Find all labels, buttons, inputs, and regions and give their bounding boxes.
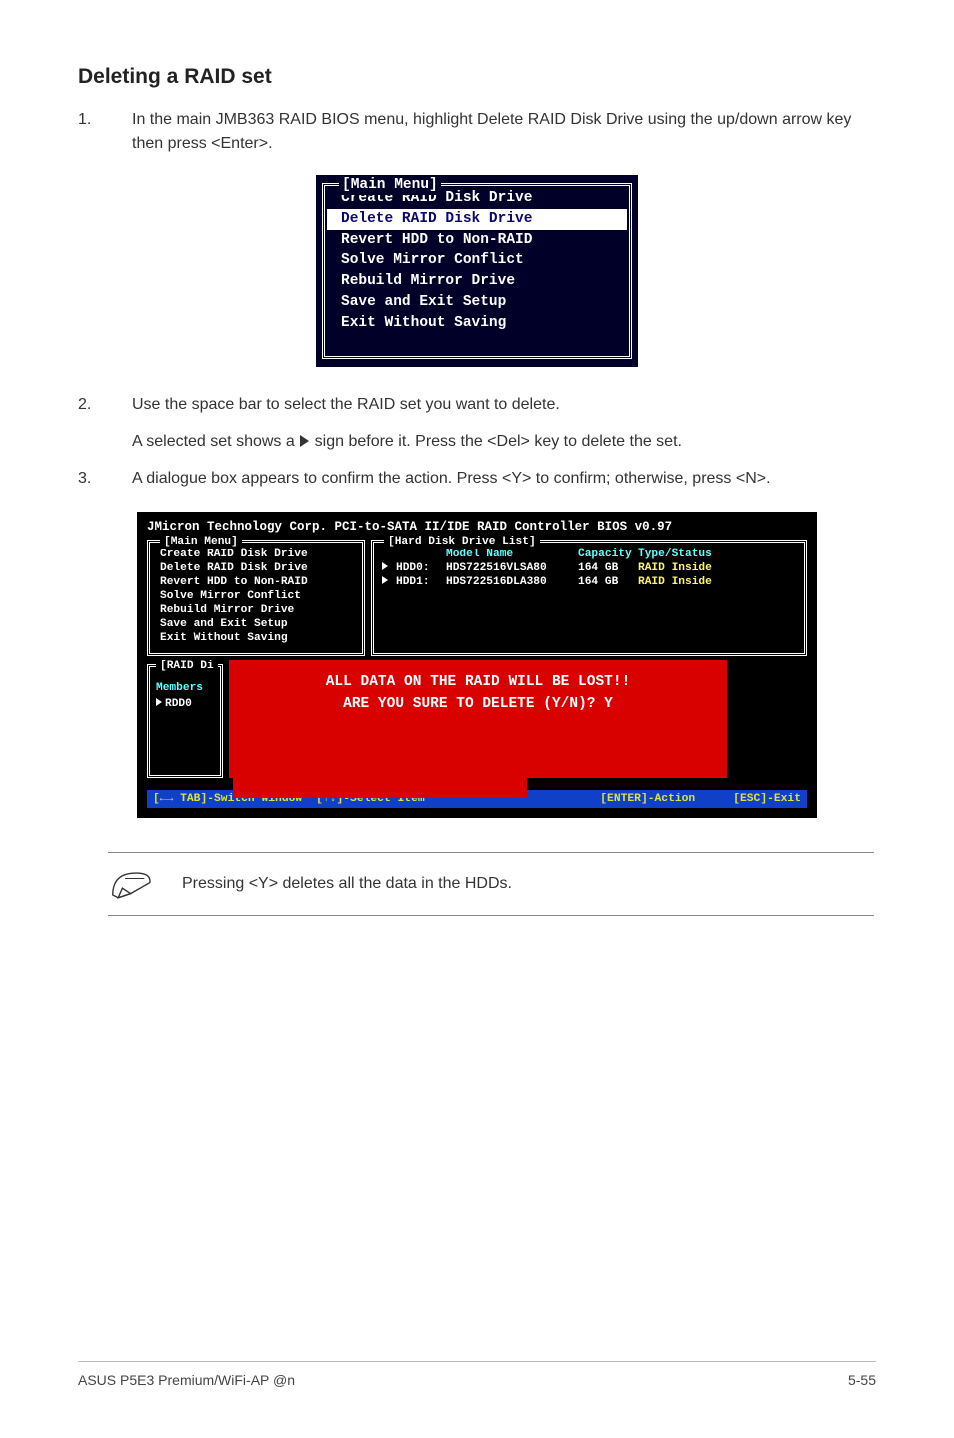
step-3-number: 3. bbox=[78, 467, 108, 490]
step-2-number: 2. bbox=[78, 393, 108, 416]
panel-main-menu: [Main Menu] Create RAID Disk Drive Delet… bbox=[147, 540, 365, 656]
redbox-line-1: ALL DATA ON THE RAID WILL BE LOST!! bbox=[237, 672, 719, 694]
step-2-extra-b: sign before it. Press the <Del> key to d… bbox=[310, 433, 682, 450]
lm-save: Save and Exit Setup bbox=[158, 617, 354, 631]
section-heading: Deleting a RAID set bbox=[78, 62, 876, 92]
hdd0-slot: HDD0: bbox=[396, 561, 446, 575]
hdd1-slot: HDD1: bbox=[396, 575, 446, 589]
hdd0-cap: 164 GB bbox=[578, 561, 638, 575]
bios-main-menu-screenshot: [Main Menu] Create RAID Disk Drive Delet… bbox=[316, 175, 638, 367]
menu-item-exit: Exit Without Saving bbox=[327, 313, 627, 334]
keybar-esc: [ESC]-Exit bbox=[733, 792, 801, 806]
row-arrow-icon bbox=[382, 576, 388, 584]
hdd0-model: HDS722516VLSA80 bbox=[446, 561, 578, 575]
lm-exit: Exit Without Saving bbox=[158, 631, 354, 645]
row-arrow-icon bbox=[382, 562, 388, 570]
step-2-extra-a: A selected set shows a bbox=[132, 433, 299, 450]
redbox-line-2: ARE YOU SURE TO DELETE (Y/N)? Y bbox=[237, 694, 719, 716]
hdd-row-0: HDD0: HDS722516VLSA80 164 GB RAID Inside bbox=[382, 561, 796, 575]
panel-hdd-list: [Hard Disk Drive List] . . Model Name Ca… bbox=[371, 540, 807, 656]
menu-item-rebuild: Rebuild Mirror Drive bbox=[327, 271, 627, 292]
footer-right: 5-55 bbox=[848, 1370, 876, 1390]
page-footer: ASUS P5E3 Premium/WiFi-AP @n 5-55 bbox=[78, 1361, 876, 1390]
note-text: Pressing <Y> deletes all the data in the… bbox=[182, 872, 874, 895]
step-1-number: 1. bbox=[78, 108, 108, 154]
hdd-row-1: HDD1: HDS722516DLA380 164 GB RAID Inside bbox=[382, 575, 796, 589]
step-1-text: In the main JMB363 RAID BIOS menu, highl… bbox=[132, 108, 876, 154]
hdd0-type: RAID Inside bbox=[638, 561, 796, 575]
lm-delete: Delete RAID Disk Drive bbox=[158, 561, 354, 575]
menu-item-solve: Solve Mirror Conflict bbox=[327, 250, 627, 271]
raid-entry-rdd0: RDD0 bbox=[156, 697, 216, 711]
bios-main-menu-title: [Main Menu] bbox=[339, 176, 441, 195]
hdd1-type: RAID Inside bbox=[638, 575, 796, 589]
menu-item-delete-selected: Delete RAID Disk Drive bbox=[327, 209, 627, 230]
hdd-header-type: Type/Status bbox=[638, 547, 796, 561]
row-arrow-icon bbox=[156, 698, 162, 706]
panel-hdd-title: [Hard Disk Drive List] bbox=[384, 535, 540, 549]
raid-entry-text: RDD0 bbox=[165, 698, 192, 710]
lm-rebuild: Rebuild Mirror Drive bbox=[158, 603, 354, 617]
page: Deleting a RAID set 1. In the main JMB36… bbox=[0, 0, 954, 1438]
step-3: 3. A dialogue box appears to confirm the… bbox=[78, 467, 876, 490]
step-2-text: Use the space bar to select the RAID set… bbox=[132, 393, 876, 416]
lm-revert: Revert HDD to Non-RAID bbox=[158, 575, 354, 589]
note-block: Pressing <Y> deletes all the data in the… bbox=[108, 852, 874, 916]
bios-large-screenshot: JMicron Technology Corp. PCI-to-SATA II/… bbox=[137, 512, 817, 818]
step-2-extra: A selected set shows a sign before it. P… bbox=[132, 430, 876, 453]
bios-controller-title: JMicron Technology Corp. PCI-to-SATA II/… bbox=[147, 520, 807, 536]
menu-item-save: Save and Exit Setup bbox=[327, 292, 627, 313]
step-1: 1. In the main JMB363 RAID BIOS menu, hi… bbox=[78, 108, 876, 154]
keybar-enter: [ENTER]-Action bbox=[600, 792, 695, 806]
triangle-icon bbox=[300, 435, 309, 447]
note-pencil-icon bbox=[108, 865, 156, 903]
menu-item-revert: Revert HDD to Non-RAID bbox=[327, 230, 627, 251]
panel-raid-title: [RAID Di bbox=[156, 659, 218, 673]
step-2: 2. Use the space bar to select the RAID … bbox=[78, 393, 876, 416]
hdd-header-cap: Capacity bbox=[578, 547, 638, 561]
lm-solve: Solve Mirror Conflict bbox=[158, 589, 354, 603]
confirm-delete-dialog: ALL DATA ON THE RAID WILL BE LOST!! ARE … bbox=[229, 660, 727, 778]
hdd1-cap: 164 GB bbox=[578, 575, 638, 589]
footer-left: ASUS P5E3 Premium/WiFi-AP @n bbox=[78, 1370, 295, 1390]
panel-raid-disk: [RAID Di Members RDD0 bbox=[147, 664, 223, 778]
raid-members-label: Members bbox=[156, 681, 216, 695]
step-3-text: A dialogue box appears to confirm the ac… bbox=[132, 467, 876, 490]
panel-main-menu-title: [Main Menu] bbox=[160, 535, 242, 549]
hdd1-model: HDS722516DLA380 bbox=[446, 575, 578, 589]
